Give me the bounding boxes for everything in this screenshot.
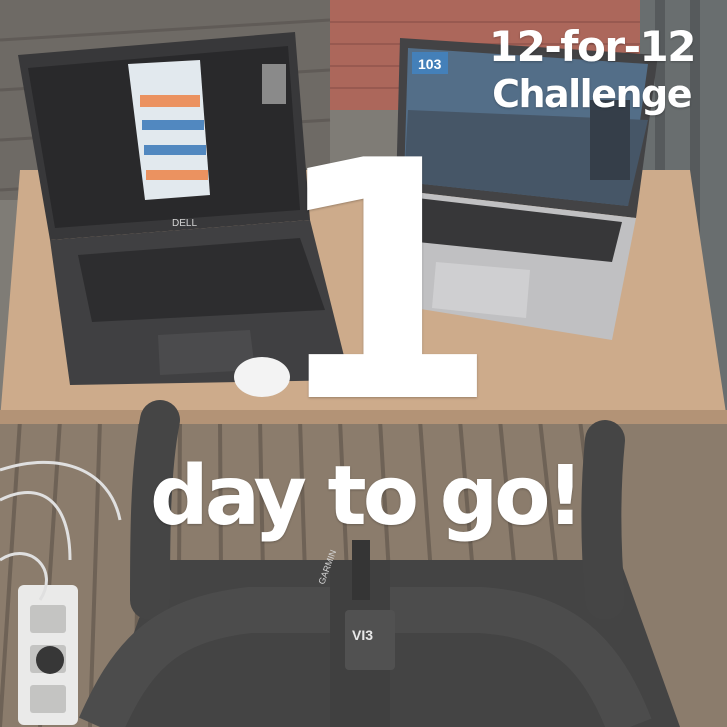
challenge-title-line1: 12-for-12 bbox=[488, 22, 697, 71]
challenge-title-line2: Challenge bbox=[492, 72, 692, 116]
countdown-text: day to go! bbox=[150, 449, 584, 544]
countdown-number: 1 bbox=[270, 91, 500, 475]
photo-scene: DELL 103 VI3 GARMIN 12-for-12 Challenge bbox=[0, 0, 727, 727]
